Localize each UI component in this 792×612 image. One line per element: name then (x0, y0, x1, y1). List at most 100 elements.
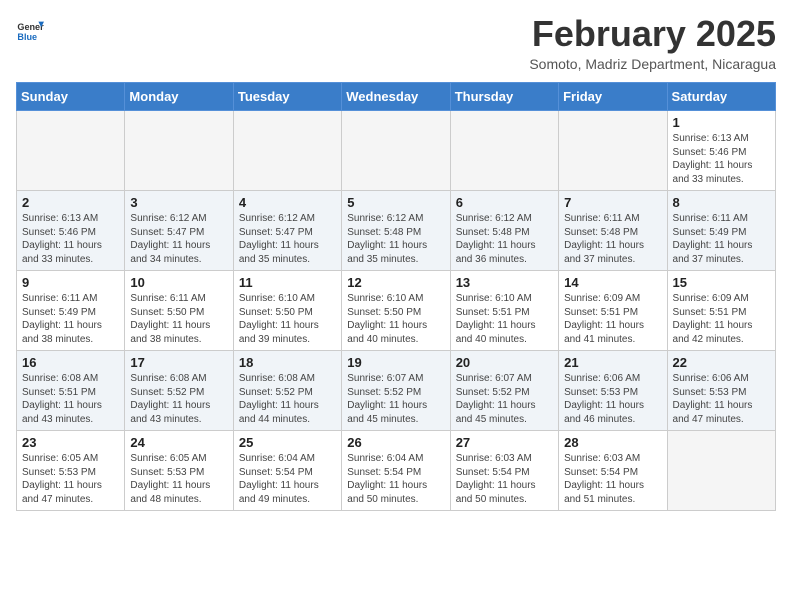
calendar-cell (233, 111, 341, 191)
day-info: Sunrise: 6:06 AMSunset: 5:53 PMDaylight:… (673, 372, 770, 426)
day-info: Sunrise: 6:05 AMSunset: 5:53 PMDaylight:… (22, 452, 119, 506)
day-number: 14 (564, 275, 661, 290)
day-number: 26 (347, 435, 444, 450)
day-number: 25 (239, 435, 336, 450)
calendar-cell: 23 Sunrise: 6:05 AMSunset: 5:53 PMDayligh… (17, 431, 125, 511)
weekday-header-wednesday: Wednesday (342, 83, 450, 111)
calendar-cell: 22 Sunrise: 6:06 AMSunset: 5:53 PMDayligh… (667, 351, 775, 431)
month-title: February 2025 (529, 16, 776, 52)
calendar-table: SundayMondayTuesdayWednesdayThursdayFrid… (16, 82, 776, 511)
day-number: 7 (564, 195, 661, 210)
weekday-header-row: SundayMondayTuesdayWednesdayThursdayFrid… (17, 83, 776, 111)
calendar-cell (450, 111, 558, 191)
day-info: Sunrise: 6:07 AMSunset: 5:52 PMDaylight:… (456, 372, 553, 426)
calendar-cell: 2 Sunrise: 6:13 AMSunset: 5:46 PMDaylight… (17, 191, 125, 271)
day-number: 11 (239, 275, 336, 290)
day-info: Sunrise: 6:04 AMSunset: 5:54 PMDaylight:… (347, 452, 444, 506)
calendar-cell: 8Sunrise: 6:11 AMSunset: 5:49 PMDaylight… (667, 191, 775, 271)
calendar-cell: 14 Sunrise: 6:09 AMSunset: 5:51 PMDayligh… (559, 271, 667, 351)
day-info: Sunrise: 6:08 AMSunset: 5:51 PMDaylight:… (22, 372, 119, 426)
calendar-cell (125, 111, 233, 191)
calendar-cell: 6Sunrise: 6:12 AMSunset: 5:48 PMDaylight… (450, 191, 558, 271)
day-number: 2 (22, 195, 119, 210)
week-row-2: 2 Sunrise: 6:13 AMSunset: 5:46 PMDaylight… (17, 191, 776, 271)
day-number: 20 (456, 355, 553, 370)
calendar-cell: 5 Sunrise: 6:12 AMSunset: 5:48 PMDaylight… (342, 191, 450, 271)
day-number: 23 (22, 435, 119, 450)
day-number: 3 (130, 195, 227, 210)
calendar-cell (667, 431, 775, 511)
day-info: Sunrise: 6:10 AMSunset: 5:50 PMDaylight:… (347, 292, 444, 346)
calendar-cell: 20 Sunrise: 6:07 AMSunset: 5:52 PMDayligh… (450, 351, 558, 431)
week-row-3: 9 Sunrise: 6:11 AMSunset: 5:49 PMDaylight… (17, 271, 776, 351)
day-number: 12 (347, 275, 444, 290)
calendar-cell: 17 Sunrise: 6:08 AMSunset: 5:52 PMDayligh… (125, 351, 233, 431)
day-number: 18 (239, 355, 336, 370)
day-number: 13 (456, 275, 553, 290)
logo-icon: General Blue (16, 16, 44, 44)
title-block: February 2025 Somoto, Madriz Department,… (529, 16, 776, 72)
logo: General Blue (16, 16, 44, 44)
calendar-cell (559, 111, 667, 191)
calendar-cell: 28 Sunrise: 6:03 AMSunset: 5:54 PMDayligh… (559, 431, 667, 511)
location-title: Somoto, Madriz Department, Nicaragua (529, 56, 776, 72)
day-info: Sunrise: 6:06 AMSunset: 5:53 PMDaylight:… (564, 372, 661, 426)
day-info: Sunrise: 6:08 AMSunset: 5:52 PMDaylight:… (130, 372, 227, 426)
calendar-cell: 21 Sunrise: 6:06 AMSunset: 5:53 PMDayligh… (559, 351, 667, 431)
day-number: 1 (673, 115, 770, 130)
day-number: 19 (347, 355, 444, 370)
day-info: Sunrise: 6:05 AMSunset: 5:53 PMDaylight:… (130, 452, 227, 506)
weekday-header-monday: Monday (125, 83, 233, 111)
calendar-cell: 9 Sunrise: 6:11 AMSunset: 5:49 PMDaylight… (17, 271, 125, 351)
weekday-header-saturday: Saturday (667, 83, 775, 111)
calendar-cell: 24 Sunrise: 6:05 AMSunset: 5:53 PMDayligh… (125, 431, 233, 511)
day-info: Sunrise: 6:08 AMSunset: 5:52 PMDaylight:… (239, 372, 336, 426)
day-info: Sunrise: 6:09 AMSunset: 5:51 PMDaylight:… (564, 292, 661, 346)
day-info: Sunrise: 6:07 AMSunset: 5:52 PMDaylight:… (347, 372, 444, 426)
day-info: Sunrise: 6:12 AMSunset: 5:47 PMDaylight:… (130, 212, 227, 266)
day-number: 28 (564, 435, 661, 450)
calendar-cell: 12 Sunrise: 6:10 AMSunset: 5:50 PMDayligh… (342, 271, 450, 351)
day-number: 9 (22, 275, 119, 290)
calendar-cell: 7 Sunrise: 6:11 AMSunset: 5:48 PMDaylight… (559, 191, 667, 271)
day-info: Sunrise: 6:11 AMSunset: 5:50 PMDaylight:… (130, 292, 227, 346)
day-info: Sunrise: 6:03 AMSunset: 5:54 PMDaylight:… (456, 452, 553, 506)
svg-text:Blue: Blue (17, 32, 37, 42)
calendar-cell: 26 Sunrise: 6:04 AMSunset: 5:54 PMDayligh… (342, 431, 450, 511)
page-header: General Blue February 2025 Somoto, Madri… (16, 16, 776, 72)
day-info: Sunrise: 6:13 AMSunset: 5:46 PMDaylight:… (22, 212, 119, 266)
week-row-5: 23 Sunrise: 6:05 AMSunset: 5:53 PMDayligh… (17, 431, 776, 511)
day-number: 15 (673, 275, 770, 290)
weekday-header-tuesday: Tuesday (233, 83, 341, 111)
weekday-header-friday: Friday (559, 83, 667, 111)
day-info: Sunrise: 6:13 AMSunset: 5:46 PMDaylight:… (673, 132, 770, 186)
day-number: 21 (564, 355, 661, 370)
day-info: Sunrise: 6:12 AMSunset: 5:48 PMDaylight:… (347, 212, 444, 266)
day-number: 24 (130, 435, 227, 450)
day-info: Sunrise: 6:12 AMSunset: 5:47 PMDaylight:… (239, 212, 336, 266)
calendar-cell: 25 Sunrise: 6:04 AMSunset: 5:54 PMDayligh… (233, 431, 341, 511)
day-info: Sunrise: 6:11 AMSunset: 5:48 PMDaylight:… (564, 212, 661, 266)
calendar-cell: 27 Sunrise: 6:03 AMSunset: 5:54 PMDayligh… (450, 431, 558, 511)
calendar-cell: 18 Sunrise: 6:08 AMSunset: 5:52 PMDayligh… (233, 351, 341, 431)
day-info: Sunrise: 6:09 AMSunset: 5:51 PMDaylight:… (673, 292, 770, 346)
calendar-cell: 3 Sunrise: 6:12 AMSunset: 5:47 PMDaylight… (125, 191, 233, 271)
day-info: Sunrise: 6:11 AMSunset: 5:49 PMDaylight:… (22, 292, 119, 346)
day-number: 17 (130, 355, 227, 370)
calendar-cell (17, 111, 125, 191)
day-info: Sunrise: 6:12 AMSunset: 5:48 PMDaylight:… (456, 212, 553, 266)
calendar-cell (342, 111, 450, 191)
calendar-cell: 15 Sunrise: 6:09 AMSunset: 5:51 PMDayligh… (667, 271, 775, 351)
day-info: Sunrise: 6:03 AMSunset: 5:54 PMDaylight:… (564, 452, 661, 506)
calendar-cell: 13Sunrise: 6:10 AMSunset: 5:51 PMDayligh… (450, 271, 558, 351)
calendar-cell: 10Sunrise: 6:11 AMSunset: 5:50 PMDayligh… (125, 271, 233, 351)
day-info: Sunrise: 6:04 AMSunset: 5:54 PMDaylight:… (239, 452, 336, 506)
day-number: 27 (456, 435, 553, 450)
weekday-header-sunday: Sunday (17, 83, 125, 111)
day-number: 5 (347, 195, 444, 210)
day-number: 22 (673, 355, 770, 370)
calendar-cell: 16 Sunrise: 6:08 AMSunset: 5:51 PMDayligh… (17, 351, 125, 431)
calendar-cell: 1 Sunrise: 6:13 AMSunset: 5:46 PMDaylight… (667, 111, 775, 191)
day-number: 16 (22, 355, 119, 370)
weekday-header-thursday: Thursday (450, 83, 558, 111)
